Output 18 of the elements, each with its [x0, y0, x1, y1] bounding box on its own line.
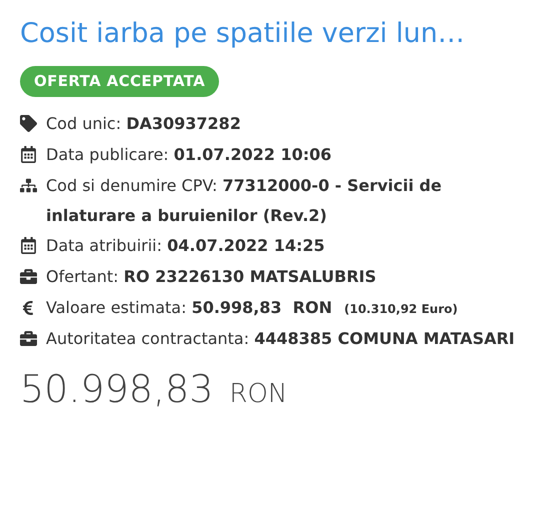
briefcase-icon: [20, 268, 37, 284]
field-text: Cod si denumire CPV: 77312000-0 - Servicii de inlaturare a buruienilor (Rev.2): [46, 174, 443, 226]
euro-icon: [20, 300, 36, 316]
hierarchy-icon: [20, 176, 37, 194]
status-badge: OFERTA ACCEPTATA: [20, 66, 220, 96]
briefcase-icon: [20, 330, 37, 346]
field-text: Cod unic: DA30937282: [46, 112, 242, 134]
calendar-icon: [20, 236, 37, 254]
price-currency: RON: [229, 378, 288, 410]
tag-icon: [20, 114, 37, 132]
field-text: Data atribuirii: 04.07.2022 14:25: [46, 234, 326, 256]
price-amount: 50.998,83: [20, 366, 214, 412]
field-text: Autoritatea contractanta: 4448385 COMUNA MATASARI: [46, 328, 516, 350]
field-text: Ofertant: RO 23226130 MATSALUBRIS: [46, 266, 378, 288]
field-text: Valoare estimata: 50.998,83 RON (10.310,92 Euro): [46, 296, 459, 318]
field-text: Data publicare: 01.07.2022 10:06: [46, 144, 333, 166]
listing-title[interactable]: Cosit iarba pe spatiile verzi lun…: [20, 14, 530, 54]
calendar-icon: [20, 146, 37, 162]
